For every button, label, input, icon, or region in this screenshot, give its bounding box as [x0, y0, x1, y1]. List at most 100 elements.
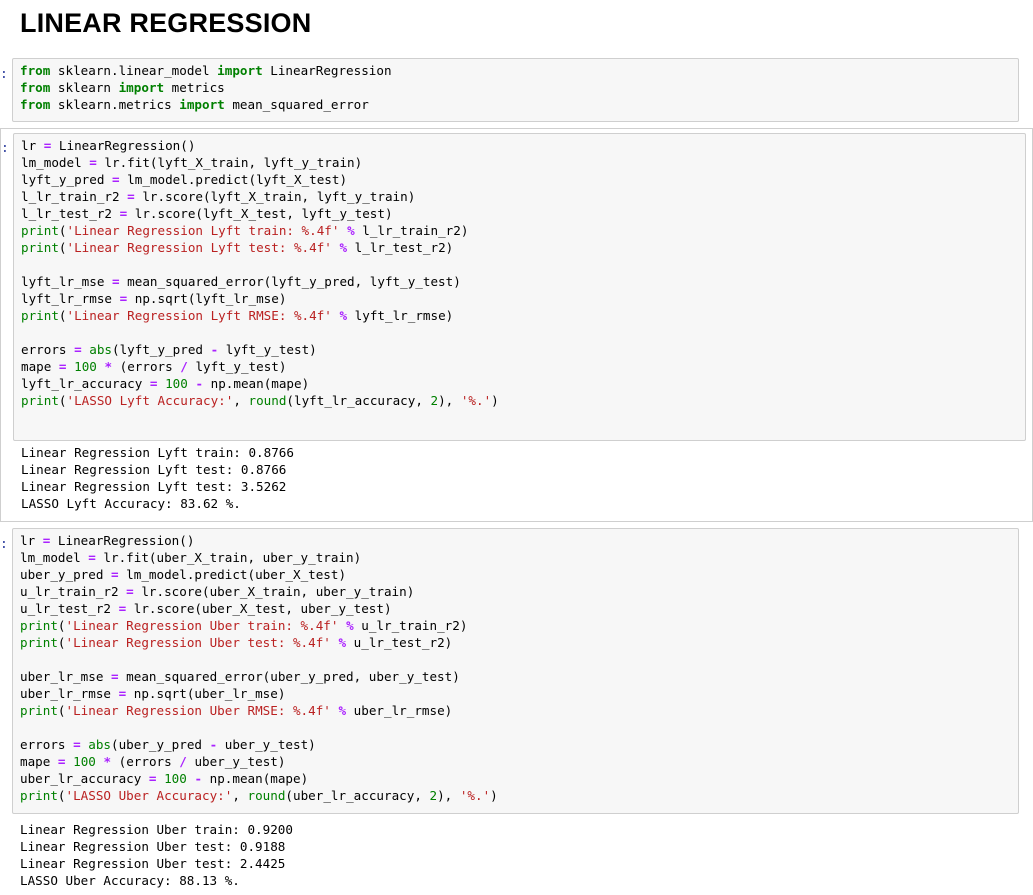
- code-token: lyft_y_test): [187, 359, 287, 374]
- code-line: lyft_y_pred = lm_model.predict(lyft_X_te…: [21, 171, 499, 188]
- code-token: np.sqrt(lyft_lr_mse): [127, 291, 287, 306]
- code-token: 'LASSO Lyft Accuracy:': [66, 393, 234, 408]
- code-token: errors: [20, 737, 74, 752]
- code-token: lyft_lr_accuracy: [21, 376, 150, 391]
- code-cell-imports[interactable]: : from sklearn.linear_model import Linea…: [0, 58, 1033, 124]
- code-token: (uber_y_pred: [111, 737, 210, 752]
- code-token: 2: [429, 788, 438, 803]
- cell-output: Linear Regression Uber train: 0.9200 Line…: [20, 821, 293, 889]
- cell-prompt: :: [0, 67, 8, 82]
- section-heading: LINEAR REGRESSION: [20, 8, 312, 38]
- code-line: errors = abs(lyft_y_pred - lyft_y_test): [21, 341, 499, 358]
- code-token: 'Linear Regression Lyft test: %.4f': [66, 240, 332, 255]
- code-editor[interactable]: lr = LinearRegression() lm_model = lr.fit…: [21, 137, 499, 409]
- code-token: =: [126, 584, 134, 599]
- code-line: lyft_lr_rmse = np.sqrt(lyft_lr_mse): [21, 290, 499, 307]
- code-token: mean_squared_error: [224, 97, 369, 112]
- code-token: print: [20, 788, 58, 803]
- code-token: (: [57, 703, 66, 718]
- code-editor[interactable]: lr = LinearRegression() lm_model = lr.fit…: [20, 532, 498, 804]
- code-token: /: [180, 359, 188, 374]
- code-input-area[interactable]: lr = LinearRegression() lm_model = lr.fit…: [13, 133, 1026, 441]
- code-token: ): [491, 393, 499, 408]
- code-token: lm_model.predict(lyft_X_test): [119, 172, 348, 187]
- code-token: u_lr_train_r2): [353, 618, 468, 633]
- output-line: Linear Regression Lyft train: 0.8766: [21, 445, 294, 460]
- code-token: import: [118, 80, 165, 95]
- code-token: lr.score(lyft_X_train, lyft_y_train): [134, 189, 416, 204]
- code-line: lyft_lr_mse = mean_squared_error(lyft_y_…: [21, 273, 499, 290]
- code-input-area[interactable]: from sklearn.linear_model import LinearR…: [12, 58, 1019, 122]
- code-token: %: [346, 618, 354, 633]
- code-token: LinearRegression: [262, 63, 392, 78]
- code-token: print: [20, 703, 58, 718]
- code-line: uber_y_pred = lm_model.predict(uber_X_te…: [20, 566, 498, 583]
- code-token: =: [74, 342, 82, 357]
- code-line: l_lr_train_r2 = lr.score(lyft_X_train, l…: [21, 188, 499, 205]
- code-token: import: [217, 63, 263, 78]
- code-token: abs: [88, 737, 112, 752]
- code-line: uber_lr_mse = mean_squared_error(uber_y_…: [20, 668, 498, 685]
- code-line: print('LASSO Lyft Accuracy:', round(lyft…: [21, 392, 499, 409]
- cell-output: Linear Regression Lyft train: 0.8766 Line…: [21, 444, 294, 512]
- code-token: =: [127, 189, 135, 204]
- code-token: errors: [21, 342, 75, 357]
- code-token: 'Linear Regression Uber test: %.4f': [65, 635, 331, 650]
- code-token: from: [20, 97, 51, 112]
- code-token: import: [179, 97, 225, 112]
- code-token: (: [58, 393, 67, 408]
- code-line: lm_model = lr.fit(lyft_X_train, lyft_y_t…: [21, 154, 499, 171]
- code-token: =: [57, 754, 66, 769]
- code-token: sklearn.linear_model: [50, 63, 218, 78]
- code-token: print: [20, 618, 58, 633]
- code-cell-lyft[interactable]: : lr = LinearRegression() lm_model = lr.f…: [0, 128, 1033, 522]
- code-token: lm_model: [21, 155, 90, 170]
- code-token: mape: [21, 359, 59, 374]
- code-token: lyft_lr_rmse): [347, 308, 454, 323]
- code-token: 2: [430, 393, 439, 408]
- code-token: uber_lr_accuracy: [20, 771, 149, 786]
- code-line: errors = abs(uber_y_pred - uber_y_test): [20, 736, 498, 753]
- code-token: =: [148, 771, 157, 786]
- cell-prompt: :: [1, 141, 9, 156]
- code-token: uber_lr_mse: [20, 669, 111, 684]
- code-token: l_lr_train_r2: [21, 189, 128, 204]
- code-token: print: [20, 635, 58, 650]
- code-token: ),: [437, 788, 460, 803]
- code-line: print('Linear Regression Uber train: %.4…: [20, 617, 498, 634]
- code-token: print: [21, 223, 59, 238]
- code-token: 100: [74, 359, 97, 374]
- code-token: metrics: [164, 80, 225, 95]
- code-token: %: [339, 240, 348, 255]
- code-token: '%.': [459, 788, 491, 803]
- code-token: lr.score(uber_X_test, uber_y_test): [126, 601, 392, 616]
- code-token: mape: [20, 754, 58, 769]
- code-editor[interactable]: from sklearn.linear_model import LinearR…: [20, 62, 392, 113]
- code-token: (uber_lr_accuracy,: [285, 788, 430, 803]
- output-line: Linear Regression Uber train: 0.9200: [20, 822, 293, 837]
- code-token: lr.score(lyft_X_test, lyft_y_test): [127, 206, 393, 221]
- code-token: =: [112, 172, 120, 187]
- code-token: print: [21, 308, 59, 323]
- code-token: (: [58, 308, 67, 323]
- code-line: lr = LinearRegression(): [21, 137, 499, 154]
- code-token: lr.score(uber_X_train, uber_y_train): [133, 584, 415, 599]
- code-token: uber_y_test): [186, 754, 286, 769]
- code-token: lyft_lr_mse: [21, 274, 112, 289]
- code-token: %: [339, 308, 348, 323]
- code-input-area[interactable]: lr = LinearRegression() lm_model = lr.fit…: [12, 528, 1019, 814]
- code-line: l_lr_test_r2 = lr.score(lyft_X_test, lyf…: [21, 205, 499, 222]
- code-line: mape = 100 * (errors / uber_y_test): [20, 753, 498, 770]
- code-token: =: [89, 155, 97, 170]
- code-token: /: [179, 754, 187, 769]
- code-cell-uber[interactable]: : lr = LinearRegression() lm_model = lr.f…: [0, 528, 1033, 892]
- code-token: uber_lr_rmse): [346, 703, 453, 718]
- code-line: u_lr_train_r2 = lr.score(uber_X_train, u…: [20, 583, 498, 600]
- code-token: %: [338, 703, 347, 718]
- code-token: round: [247, 788, 286, 803]
- code-token: -: [195, 376, 204, 391]
